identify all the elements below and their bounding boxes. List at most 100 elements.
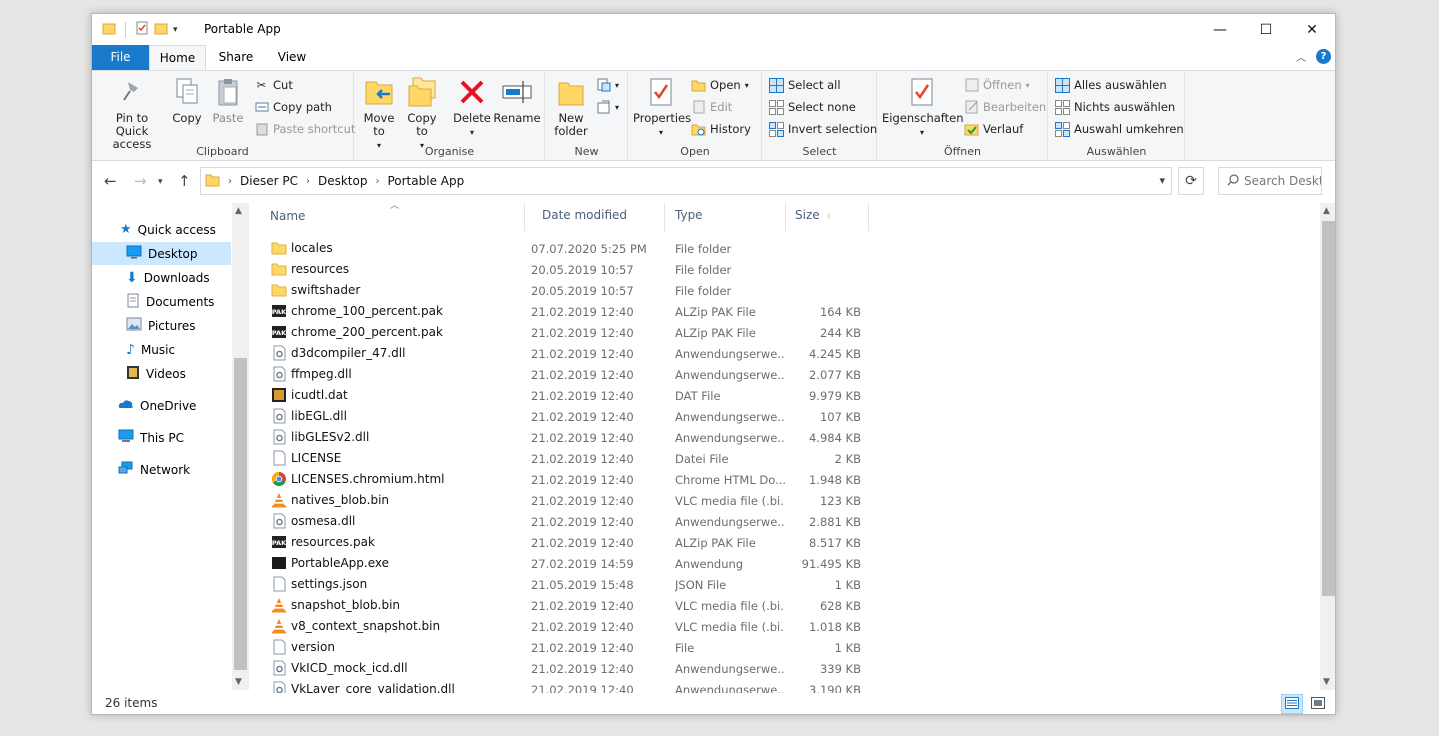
- eigenschaften-button[interactable]: Eigenschaften ▾: [882, 75, 964, 139]
- file-row[interactable]: v8_context_snapshot.bin 21.02.2019 12:40 V…: [262, 616, 862, 637]
- copy-button[interactable]: Copy: [170, 75, 204, 125]
- properties-qat-icon[interactable]: [135, 21, 149, 38]
- column-divider[interactable]: [664, 203, 665, 231]
- close-button[interactable]: ✕: [1289, 14, 1335, 45]
- search-box[interactable]: Search Deskto: [1218, 167, 1322, 195]
- forward-arrow-icon[interactable]: →: [134, 172, 147, 190]
- scrollbar-thumb[interactable]: [1322, 221, 1335, 596]
- column-header-type[interactable]: Type: [675, 203, 785, 231]
- tab-view[interactable]: View: [268, 45, 316, 70]
- file-row[interactable]: PAK chrome_200_percent.pak 21.02.2019 12:4…: [262, 322, 862, 343]
- copy-path-button[interactable]: Copy path: [254, 98, 332, 116]
- file-row[interactable]: LICENSES.chromium.html 21.02.2019 12:40 Ch…: [262, 469, 862, 490]
- open-button[interactable]: Open ▾: [691, 76, 749, 94]
- search-input[interactable]: Search Deskto: [1244, 174, 1321, 188]
- scroll-up-icon[interactable]: ▲: [1323, 206, 1330, 216]
- file-row[interactable]: swiftshader 20.05.2019 10:57 File folder: [262, 280, 862, 301]
- delete-button[interactable]: Delete ▾: [453, 75, 491, 139]
- customize-qat-icon[interactable]: ▾: [173, 25, 178, 35]
- column-divider[interactable]: [785, 203, 786, 231]
- new-item-button[interactable]: ▾: [596, 76, 619, 94]
- paste-button[interactable]: Paste: [210, 75, 246, 125]
- scroll-up-icon[interactable]: ▲: [235, 206, 242, 216]
- help-icon[interactable]: ?: [1316, 49, 1331, 64]
- tab-file[interactable]: File: [92, 45, 149, 70]
- file-list-scrollbar[interactable]: ▲ ▼: [1320, 203, 1335, 690]
- nichts-auswaehlen-button[interactable]: Nichts auswählen: [1055, 98, 1175, 116]
- easy-access-button[interactable]: ▾: [596, 98, 619, 116]
- paste-shortcut-button[interactable]: Paste shortcut: [254, 120, 355, 138]
- file-row[interactable]: osmesa.dll 21.02.2019 12:40 Anwendungserwe…: [262, 511, 862, 532]
- file-row[interactable]: resources 20.05.2019 10:57 File folder: [262, 259, 862, 280]
- address-bar[interactable]: › Dieser PC › Desktop › Portable App ▾: [200, 167, 1172, 195]
- cut-button[interactable]: ✂ Cut: [254, 76, 293, 94]
- nav-pane-scrollbar[interactable]: ▲ ▼: [232, 203, 249, 690]
- file-row[interactable]: libGLESv2.dll 21.02.2019 12:40 Anwendungse…: [262, 427, 862, 448]
- scrollbar-thumb[interactable]: [234, 358, 247, 670]
- breadcrumb-this-pc[interactable]: Dieser PC: [240, 174, 298, 188]
- nav-music[interactable]: ♪ Music: [92, 338, 231, 361]
- oeffnen-button[interactable]: Öffnen ▾: [964, 76, 1030, 94]
- auswahl-umkehren-button[interactable]: Auswahl umkehren: [1055, 120, 1184, 138]
- select-all-button[interactable]: Select all: [769, 76, 841, 94]
- file-row[interactable]: PortableApp.exe 27.02.2019 14:59 Anwendung…: [262, 553, 862, 574]
- file-row[interactable]: PAK resources.pak 21.02.2019 12:40 ALZip PA…: [262, 532, 862, 553]
- bearbeiten-button[interactable]: Bearbeiten: [964, 98, 1046, 116]
- file-row[interactable]: VkLayer_core_validation.dll 21.02.2019 12…: [262, 679, 862, 693]
- file-row[interactable]: icudtl.dat 21.02.2019 12:40 DAT File 9.979 …: [262, 385, 862, 406]
- recent-locations-icon[interactable]: ▾: [158, 177, 163, 187]
- file-row[interactable]: version 21.02.2019 12:40 File 1 KB: [262, 637, 862, 658]
- move-to-button[interactable]: Move to ▾: [359, 75, 399, 152]
- file-row[interactable]: locales 07.07.2020 5:25 PM File folder: [262, 238, 862, 259]
- nav-pictures[interactable]: Pictures: [92, 314, 231, 337]
- refresh-button[interactable]: ⟳: [1178, 167, 1204, 195]
- file-row[interactable]: natives_blob.bin 21.02.2019 12:40 VLC medi…: [262, 490, 862, 511]
- pin-to-quick-access-button[interactable]: Pin to Quick access: [98, 75, 166, 151]
- column-header-date[interactable]: Date modified: [542, 203, 662, 231]
- column-header-name[interactable]: ︿ Name: [270, 203, 520, 231]
- back-arrow-icon[interactable]: ←: [104, 172, 117, 190]
- breadcrumb-desktop[interactable]: Desktop: [318, 174, 368, 188]
- history-button[interactable]: History: [691, 120, 751, 138]
- details-view-button[interactable]: [1281, 694, 1303, 714]
- new-folder-button[interactable]: New folder: [550, 75, 592, 138]
- file-row[interactable]: PAK chrome_100_percent.pak 21.02.2019 12:4…: [262, 301, 862, 322]
- breadcrumb-portable-app[interactable]: Portable App: [387, 174, 464, 188]
- tab-home[interactable]: Home: [149, 45, 206, 71]
- file-row[interactable]: settings.json 21.05.2019 15:48 JSON File 1 …: [262, 574, 862, 595]
- nav-onedrive[interactable]: OneDrive: [92, 394, 231, 417]
- maximize-button[interactable]: ☐: [1243, 14, 1289, 45]
- file-row[interactable]: ffmpeg.dll 21.02.2019 12:40 Anwendungserwe…: [262, 364, 862, 385]
- file-row[interactable]: LICENSE 21.02.2019 12:40 Datei File 2 KB: [262, 448, 862, 469]
- edit-button[interactable]: Edit: [691, 98, 732, 116]
- new-folder-qat-icon[interactable]: [154, 21, 168, 38]
- rename-button[interactable]: Rename: [493, 75, 541, 125]
- nav-downloads[interactable]: ⬇ Downloads: [92, 266, 231, 289]
- address-dropdown-icon[interactable]: ▾: [1159, 174, 1165, 187]
- column-divider[interactable]: [524, 203, 525, 231]
- copy-to-button[interactable]: Copy to ▾: [402, 75, 442, 152]
- scroll-down-icon[interactable]: ▼: [1323, 677, 1330, 687]
- nav-network[interactable]: Network: [92, 458, 231, 481]
- scroll-down-icon[interactable]: ▼: [235, 677, 242, 687]
- invert-selection-button[interactable]: Invert selection: [769, 120, 877, 138]
- file-row[interactable]: libEGL.dll 21.02.2019 12:40 Anwendungserwe…: [262, 406, 862, 427]
- nav-documents[interactable]: Documents: [92, 290, 231, 313]
- verlauf-button[interactable]: Verlauf: [964, 120, 1023, 138]
- alles-auswaehlen-button[interactable]: Alles auswählen: [1055, 76, 1167, 94]
- nav-quick-access[interactable]: ★ Quick access: [92, 218, 231, 241]
- file-row[interactable]: snapshot_blob.bin 21.02.2019 12:40 VLC med…: [262, 595, 862, 616]
- file-row[interactable]: VkICD_mock_icd.dll 21.02.2019 12:40 Anwend…: [262, 658, 862, 679]
- column-divider[interactable]: [868, 203, 869, 231]
- collapse-ribbon-icon[interactable]: ︿: [1296, 49, 1306, 64]
- up-arrow-icon[interactable]: ↑: [178, 172, 191, 190]
- minimize-button[interactable]: —: [1197, 14, 1243, 45]
- tab-share[interactable]: Share: [212, 45, 260, 70]
- column-header-size[interactable]: Size ⁝: [795, 203, 865, 231]
- properties-button[interactable]: Properties ▾: [633, 75, 691, 139]
- nav-desktop[interactable]: Desktop: [92, 242, 231, 265]
- large-icons-view-button[interactable]: [1307, 694, 1329, 714]
- nav-videos[interactable]: Videos: [92, 362, 231, 385]
- file-row[interactable]: d3dcompiler_47.dll 21.02.2019 12:40 Anwend…: [262, 343, 862, 364]
- nav-this-pc[interactable]: This PC: [92, 426, 231, 449]
